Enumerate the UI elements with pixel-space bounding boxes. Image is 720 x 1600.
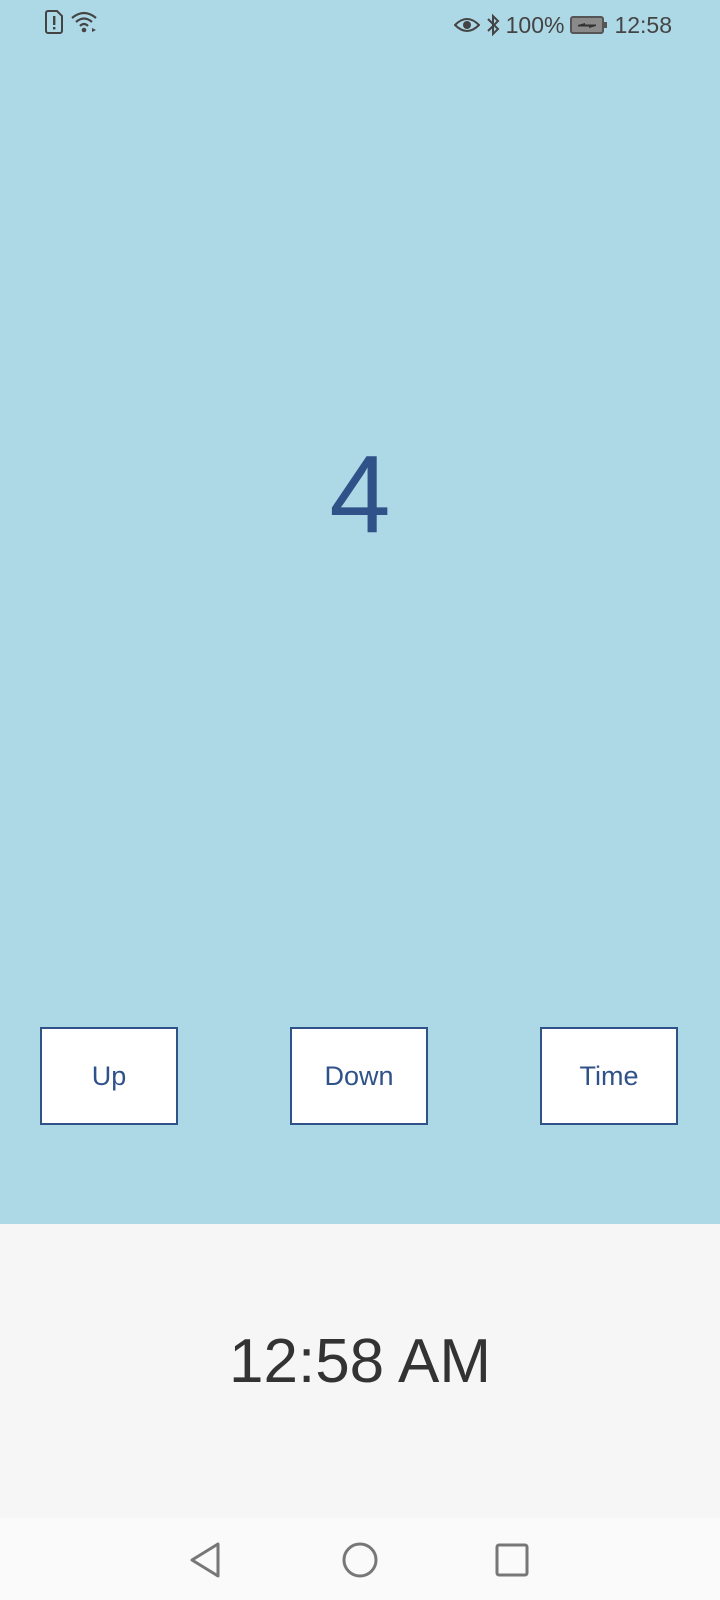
counter-value: 4 [329,433,391,556]
battery-percent-text: 100% [505,12,565,38]
up-button[interactable]: Up [40,1027,178,1125]
home-icon[interactable] [338,1538,382,1582]
navigation-bar [0,1518,720,1600]
eye-icon [453,15,480,35]
time-button-label: Time [579,1060,639,1091]
sim-alert-icon [44,10,64,34]
down-button-label: Down [324,1060,394,1091]
status-left-group [44,10,98,34]
status-clock: 12:58 [614,12,672,38]
app-screen: 100% 12:58 4 Up Down Time 12:58 AM [0,0,720,1600]
recents-icon[interactable] [490,1538,534,1582]
wifi-icon [70,10,98,34]
down-button[interactable]: Down [290,1027,428,1125]
counter-panel: 100% 12:58 4 Up Down Time [0,0,720,1224]
time-panel: 12:58 AM [0,1224,720,1518]
up-button-label: Up [91,1060,127,1091]
status-right-group: 100% 12:58 [453,10,672,40]
status-bar: 100% 12:58 [0,0,720,50]
time-button[interactable]: Time [540,1027,678,1125]
bluetooth-icon [486,13,500,37]
back-icon[interactable] [184,1538,228,1582]
time-display: 12:58 AM [229,1327,491,1396]
battery-charging-icon [570,15,608,35]
